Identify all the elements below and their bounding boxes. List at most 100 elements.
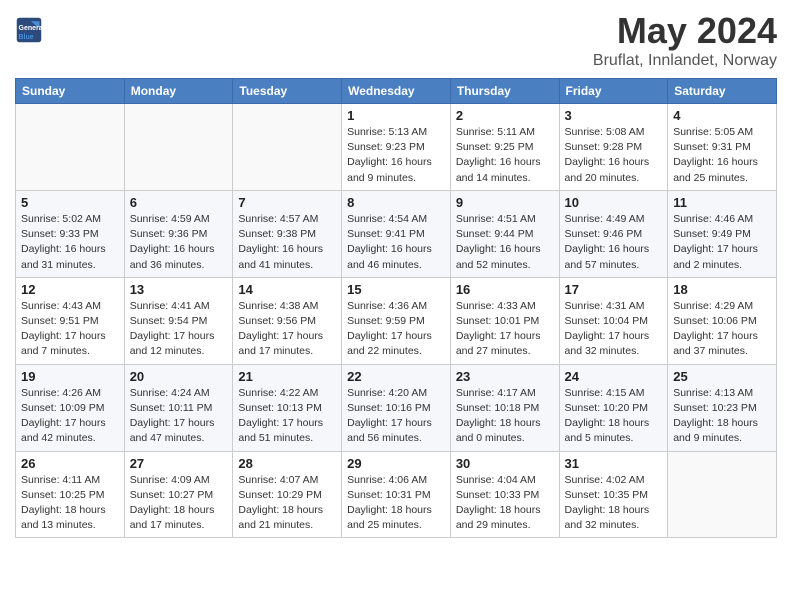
day-number: 1: [347, 108, 445, 123]
day-number: 16: [456, 282, 554, 297]
day-info: Sunrise: 4:24 AM Sunset: 10:11 PM Daylig…: [130, 386, 228, 447]
day-cell: 21 Sunrise: 4:22 AM Sunset: 10:13 PM Dayl…: [233, 364, 342, 451]
day-info: Sunrise: 4:49 AM Sunset: 9:46 PM Dayligh…: [565, 212, 663, 273]
day-number: 18: [673, 282, 771, 297]
day-number: 17: [565, 282, 663, 297]
day-number: 29: [347, 456, 445, 471]
day-number: 10: [565, 195, 663, 210]
day-number: 14: [238, 282, 336, 297]
day-number: 7: [238, 195, 336, 210]
day-cell: 13 Sunrise: 4:41 AM Sunset: 9:54 PM Dayli…: [124, 277, 233, 364]
calendar-body: 1 Sunrise: 5:13 AM Sunset: 9:23 PM Daylig…: [16, 104, 777, 538]
day-number: 24: [565, 369, 663, 384]
day-cell: [233, 104, 342, 191]
day-cell: 22 Sunrise: 4:20 AM Sunset: 10:16 PM Dayl…: [342, 364, 451, 451]
logo: General Blue: [15, 16, 43, 44]
day-info: Sunrise: 4:31 AM Sunset: 10:04 PM Daylig…: [565, 299, 663, 360]
week-row-4: 19 Sunrise: 4:26 AM Sunset: 10:09 PM Dayl…: [16, 364, 777, 451]
day-cell: 19 Sunrise: 4:26 AM Sunset: 10:09 PM Dayl…: [16, 364, 125, 451]
day-info: Sunrise: 4:29 AM Sunset: 10:06 PM Daylig…: [673, 299, 771, 360]
day-cell: 24 Sunrise: 4:15 AM Sunset: 10:20 PM Dayl…: [559, 364, 668, 451]
day-info: Sunrise: 5:08 AM Sunset: 9:28 PM Dayligh…: [565, 125, 663, 186]
col-monday: Monday: [124, 79, 233, 104]
col-wednesday: Wednesday: [342, 79, 451, 104]
day-number: 6: [130, 195, 228, 210]
day-info: Sunrise: 4:33 AM Sunset: 10:01 PM Daylig…: [456, 299, 554, 360]
day-number: 9: [456, 195, 554, 210]
calendar-table: Sunday Monday Tuesday Wednesday Thursday…: [15, 78, 777, 538]
header-row: Sunday Monday Tuesday Wednesday Thursday…: [16, 79, 777, 104]
day-info: Sunrise: 4:41 AM Sunset: 9:54 PM Dayligh…: [130, 299, 228, 360]
day-info: Sunrise: 5:02 AM Sunset: 9:33 PM Dayligh…: [21, 212, 119, 273]
day-info: Sunrise: 4:06 AM Sunset: 10:31 PM Daylig…: [347, 473, 445, 534]
day-cell: 25 Sunrise: 4:13 AM Sunset: 10:23 PM Dayl…: [668, 364, 777, 451]
day-info: Sunrise: 4:20 AM Sunset: 10:16 PM Daylig…: [347, 386, 445, 447]
day-cell: 30 Sunrise: 4:04 AM Sunset: 10:33 PM Dayl…: [450, 451, 559, 538]
logo-icon: General Blue: [15, 16, 43, 44]
week-row-3: 12Sunrise: 4:43 AM Sunset: 9:51 PM Dayli…: [16, 277, 777, 364]
page-header: General Blue May 2024 Bruflat, Innlandet…: [15, 10, 777, 70]
day-number: 27: [130, 456, 228, 471]
day-number: 25: [673, 369, 771, 384]
day-info: Sunrise: 4:26 AM Sunset: 10:09 PM Daylig…: [21, 386, 119, 447]
day-number: 23: [456, 369, 554, 384]
svg-text:Blue: Blue: [19, 34, 34, 41]
day-cell: 28 Sunrise: 4:07 AM Sunset: 10:29 PM Dayl…: [233, 451, 342, 538]
day-info: Sunrise: 4:51 AM Sunset: 9:44 PM Dayligh…: [456, 212, 554, 273]
day-cell: [16, 104, 125, 191]
col-friday: Friday: [559, 79, 668, 104]
day-info: Sunrise: 4:43 AM Sunset: 9:51 PM Dayligh…: [21, 299, 119, 360]
day-cell: 17 Sunrise: 4:31 AM Sunset: 10:04 PM Dayl…: [559, 277, 668, 364]
day-number: 13: [130, 282, 228, 297]
day-number: 21: [238, 369, 336, 384]
day-cell: 1 Sunrise: 5:13 AM Sunset: 9:23 PM Daylig…: [342, 104, 451, 191]
day-cell: 5Sunrise: 5:02 AM Sunset: 9:33 PM Daylig…: [16, 190, 125, 277]
day-cell: 14 Sunrise: 4:38 AM Sunset: 9:56 PM Dayli…: [233, 277, 342, 364]
col-tuesday: Tuesday: [233, 79, 342, 104]
day-cell: 31Sunrise: 4:02 AM Sunset: 10:35 PM Dayl…: [559, 451, 668, 538]
day-info: Sunrise: 4:04 AM Sunset: 10:33 PM Daylig…: [456, 473, 554, 534]
day-cell: 6 Sunrise: 4:59 AM Sunset: 9:36 PM Daylig…: [124, 190, 233, 277]
col-thursday: Thursday: [450, 79, 559, 104]
day-cell: [668, 451, 777, 538]
day-info: Sunrise: 4:15 AM Sunset: 10:20 PM Daylig…: [565, 386, 663, 447]
day-cell: 8Sunrise: 4:54 AM Sunset: 9:41 PM Daylig…: [342, 190, 451, 277]
week-row-5: 26 Sunrise: 4:11 AM Sunset: 10:25 PM Dayl…: [16, 451, 777, 538]
day-number: 11: [673, 195, 771, 210]
day-info: Sunrise: 4:13 AM Sunset: 10:23 PM Daylig…: [673, 386, 771, 447]
day-cell: 29 Sunrise: 4:06 AM Sunset: 10:31 PM Dayl…: [342, 451, 451, 538]
day-info: Sunrise: 4:09 AM Sunset: 10:27 PM Daylig…: [130, 473, 228, 534]
week-row-2: 5Sunrise: 5:02 AM Sunset: 9:33 PM Daylig…: [16, 190, 777, 277]
day-number: 30: [456, 456, 554, 471]
svg-text:General: General: [19, 25, 44, 32]
day-cell: 2 Sunrise: 5:11 AM Sunset: 9:25 PM Daylig…: [450, 104, 559, 191]
day-number: 26: [21, 456, 119, 471]
day-cell: 9 Sunrise: 4:51 AM Sunset: 9:44 PM Daylig…: [450, 190, 559, 277]
day-info: Sunrise: 4:59 AM Sunset: 9:36 PM Dayligh…: [130, 212, 228, 273]
day-number: 19: [21, 369, 119, 384]
col-sunday: Sunday: [16, 79, 125, 104]
day-info: Sunrise: 4:07 AM Sunset: 10:29 PM Daylig…: [238, 473, 336, 534]
month-title: May 2024: [593, 10, 777, 52]
day-number: 2: [456, 108, 554, 123]
week-row-1: 1 Sunrise: 5:13 AM Sunset: 9:23 PM Daylig…: [16, 104, 777, 191]
day-cell: 3Sunrise: 5:08 AM Sunset: 9:28 PM Daylig…: [559, 104, 668, 191]
day-info: Sunrise: 4:57 AM Sunset: 9:38 PM Dayligh…: [238, 212, 336, 273]
day-number: 28: [238, 456, 336, 471]
day-info: Sunrise: 4:22 AM Sunset: 10:13 PM Daylig…: [238, 386, 336, 447]
day-cell: 11 Sunrise: 4:46 AM Sunset: 9:49 PM Dayli…: [668, 190, 777, 277]
day-info: Sunrise: 4:11 AM Sunset: 10:25 PM Daylig…: [21, 473, 119, 534]
day-info: Sunrise: 4:38 AM Sunset: 9:56 PM Dayligh…: [238, 299, 336, 360]
day-cell: 15Sunrise: 4:36 AM Sunset: 9:59 PM Dayli…: [342, 277, 451, 364]
day-number: 31: [565, 456, 663, 471]
day-info: Sunrise: 4:46 AM Sunset: 9:49 PM Dayligh…: [673, 212, 771, 273]
day-cell: 23 Sunrise: 4:17 AM Sunset: 10:18 PM Dayl…: [450, 364, 559, 451]
day-info: Sunrise: 4:17 AM Sunset: 10:18 PM Daylig…: [456, 386, 554, 447]
day-info: Sunrise: 5:13 AM Sunset: 9:23 PM Dayligh…: [347, 125, 445, 186]
location-title: Bruflat, Innlandet, Norway: [593, 52, 777, 70]
col-saturday: Saturday: [668, 79, 777, 104]
day-number: 15: [347, 282, 445, 297]
day-cell: 4Sunrise: 5:05 AM Sunset: 9:31 PM Daylig…: [668, 104, 777, 191]
day-info: Sunrise: 5:11 AM Sunset: 9:25 PM Dayligh…: [456, 125, 554, 186]
day-number: 22: [347, 369, 445, 384]
